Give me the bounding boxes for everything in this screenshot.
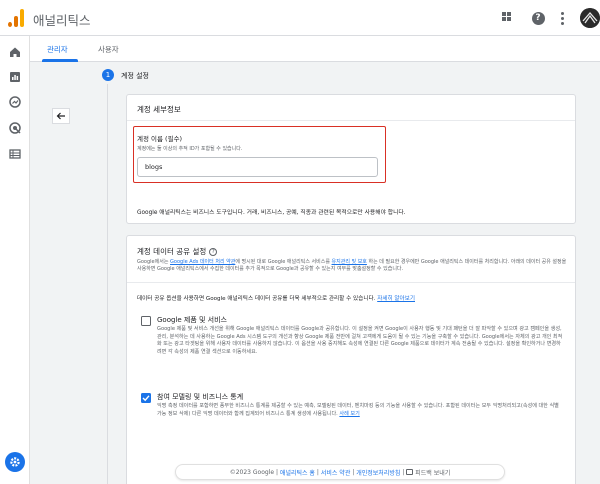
admin-gear-icon[interactable] (5, 452, 25, 472)
step-label: 계정 설정 (121, 72, 149, 80)
option-description: Google 제품 및 서비스 개선을 위해 Google 애널리틱스 데이터를… (157, 326, 563, 355)
option-title: Google 제품 및 서비스 (157, 316, 227, 324)
footer-separator: | (316, 468, 319, 476)
footer-separator: | (352, 468, 355, 476)
copyright: ©2023 Google (229, 468, 275, 476)
card-divider (127, 120, 575, 121)
page-footer: ©2023 Google | 애널리틱스 홈 | 서비스 약관 | 개인정보처리… (175, 464, 505, 480)
advertising-icon[interactable] (8, 120, 22, 134)
admin-content: 관리자 사용자 1 계정 설정 계정 세부정보 계정 이름 (필수) 계정에는 … (30, 36, 600, 484)
back-arrow-icon[interactable] (52, 108, 70, 124)
account-name-help: 계정에는 둘 이상의 추적 ID가 포함될 수 있습니다. (137, 146, 243, 152)
step-number: 1 (102, 69, 114, 81)
top-app-bar: 애널리틱스 ? (0, 0, 600, 36)
stepper-line (107, 84, 108, 484)
explore-icon[interactable] (8, 94, 22, 108)
apps-grid-icon[interactable] (498, 8, 518, 28)
footer-separator: | (402, 468, 405, 476)
analytics-logo-icon[interactable] (8, 9, 24, 27)
benchmarking-checkbox[interactable] (141, 393, 151, 403)
account-name-input[interactable]: blogs (137, 157, 378, 177)
desc-text: 에 명시된 대로 Google 애널리틱스 서비스를 (235, 259, 330, 265)
data-sharing-title: 계정 데이터 공유 설정 (137, 247, 207, 256)
configure-icon[interactable] (8, 146, 22, 160)
account-details-title: 계정 세부정보 (137, 105, 181, 114)
data-sharing-title-row: 계정 데이터 공유 설정? (137, 246, 218, 257)
google-products-checkbox[interactable] (141, 316, 151, 326)
feedback-icon[interactable] (406, 469, 414, 475)
footer-link-privacy[interactable]: 개인정보처리방침 (356, 468, 400, 477)
tab-admin[interactable]: 관리자 (47, 44, 68, 55)
help-icon[interactable]: ? (528, 8, 548, 28)
business-tool-notice: Google 애널리틱스는 비즈니스 도구입니다. 거래, 비즈니스, 공예, … (137, 210, 406, 216)
option-description: 익명 측정 데이터를 포함하면 풍부한 비즈니스 통계를 제공할 수 있는 예측… (157, 403, 563, 418)
account-details-card: 계정 세부정보 계정 이름 (필수) 계정에는 둘 이상의 추적 ID가 포함될… (126, 94, 576, 224)
ads-terms-link[interactable]: Google Ads 데이터 처리 약관 (170, 259, 235, 265)
card-divider (127, 282, 575, 283)
intro-text: 데이터 공유 옵션을 사용하면 Google 애널리틱스 데이터 공유를 더욱 … (137, 296, 376, 302)
option-title: 참여 모델링 및 비즈니스 통계 (157, 393, 244, 401)
tab-bar: 관리자 사용자 (30, 36, 600, 62)
footer-link-home[interactable]: 애널리틱스 홈 (280, 468, 315, 477)
active-tab-indicator (42, 59, 78, 62)
footer-separator: | (275, 468, 278, 476)
help-circle-icon[interactable]: ? (209, 248, 218, 256)
data-sharing-card: 계정 데이터 공유 설정? Google에서는 Google Ads 데이터 처… (126, 235, 576, 484)
home-icon[interactable] (8, 44, 22, 58)
see-example-link[interactable]: 사례 보기 (339, 411, 359, 417)
more-vert-icon[interactable] (552, 8, 572, 28)
left-navigation (0, 36, 30, 484)
account-name-label: 계정 이름 (필수) (137, 135, 183, 143)
reports-icon[interactable] (8, 69, 22, 83)
data-sharing-intro: 데이터 공유 옵션을 사용하면 Google 애널리틱스 데이터 공유를 더욱 … (137, 294, 415, 302)
learn-more-link[interactable]: 자세히 알아보기 (377, 296, 415, 302)
feedback-link[interactable]: 피드백 보내기 (415, 468, 450, 477)
footer-link-terms[interactable]: 서비스 약관 (321, 468, 351, 477)
protection-link[interactable]: 유지관리 및 보호 (332, 259, 367, 265)
tab-users[interactable]: 사용자 (98, 44, 119, 55)
app-title[interactable]: 애널리틱스 (33, 10, 91, 29)
account-avatar[interactable] (580, 8, 600, 28)
desc-text: Google에서는 (137, 259, 169, 265)
data-sharing-description: Google에서는 Google Ads 데이터 처리 약관에 명시된 대로 G… (137, 259, 567, 273)
